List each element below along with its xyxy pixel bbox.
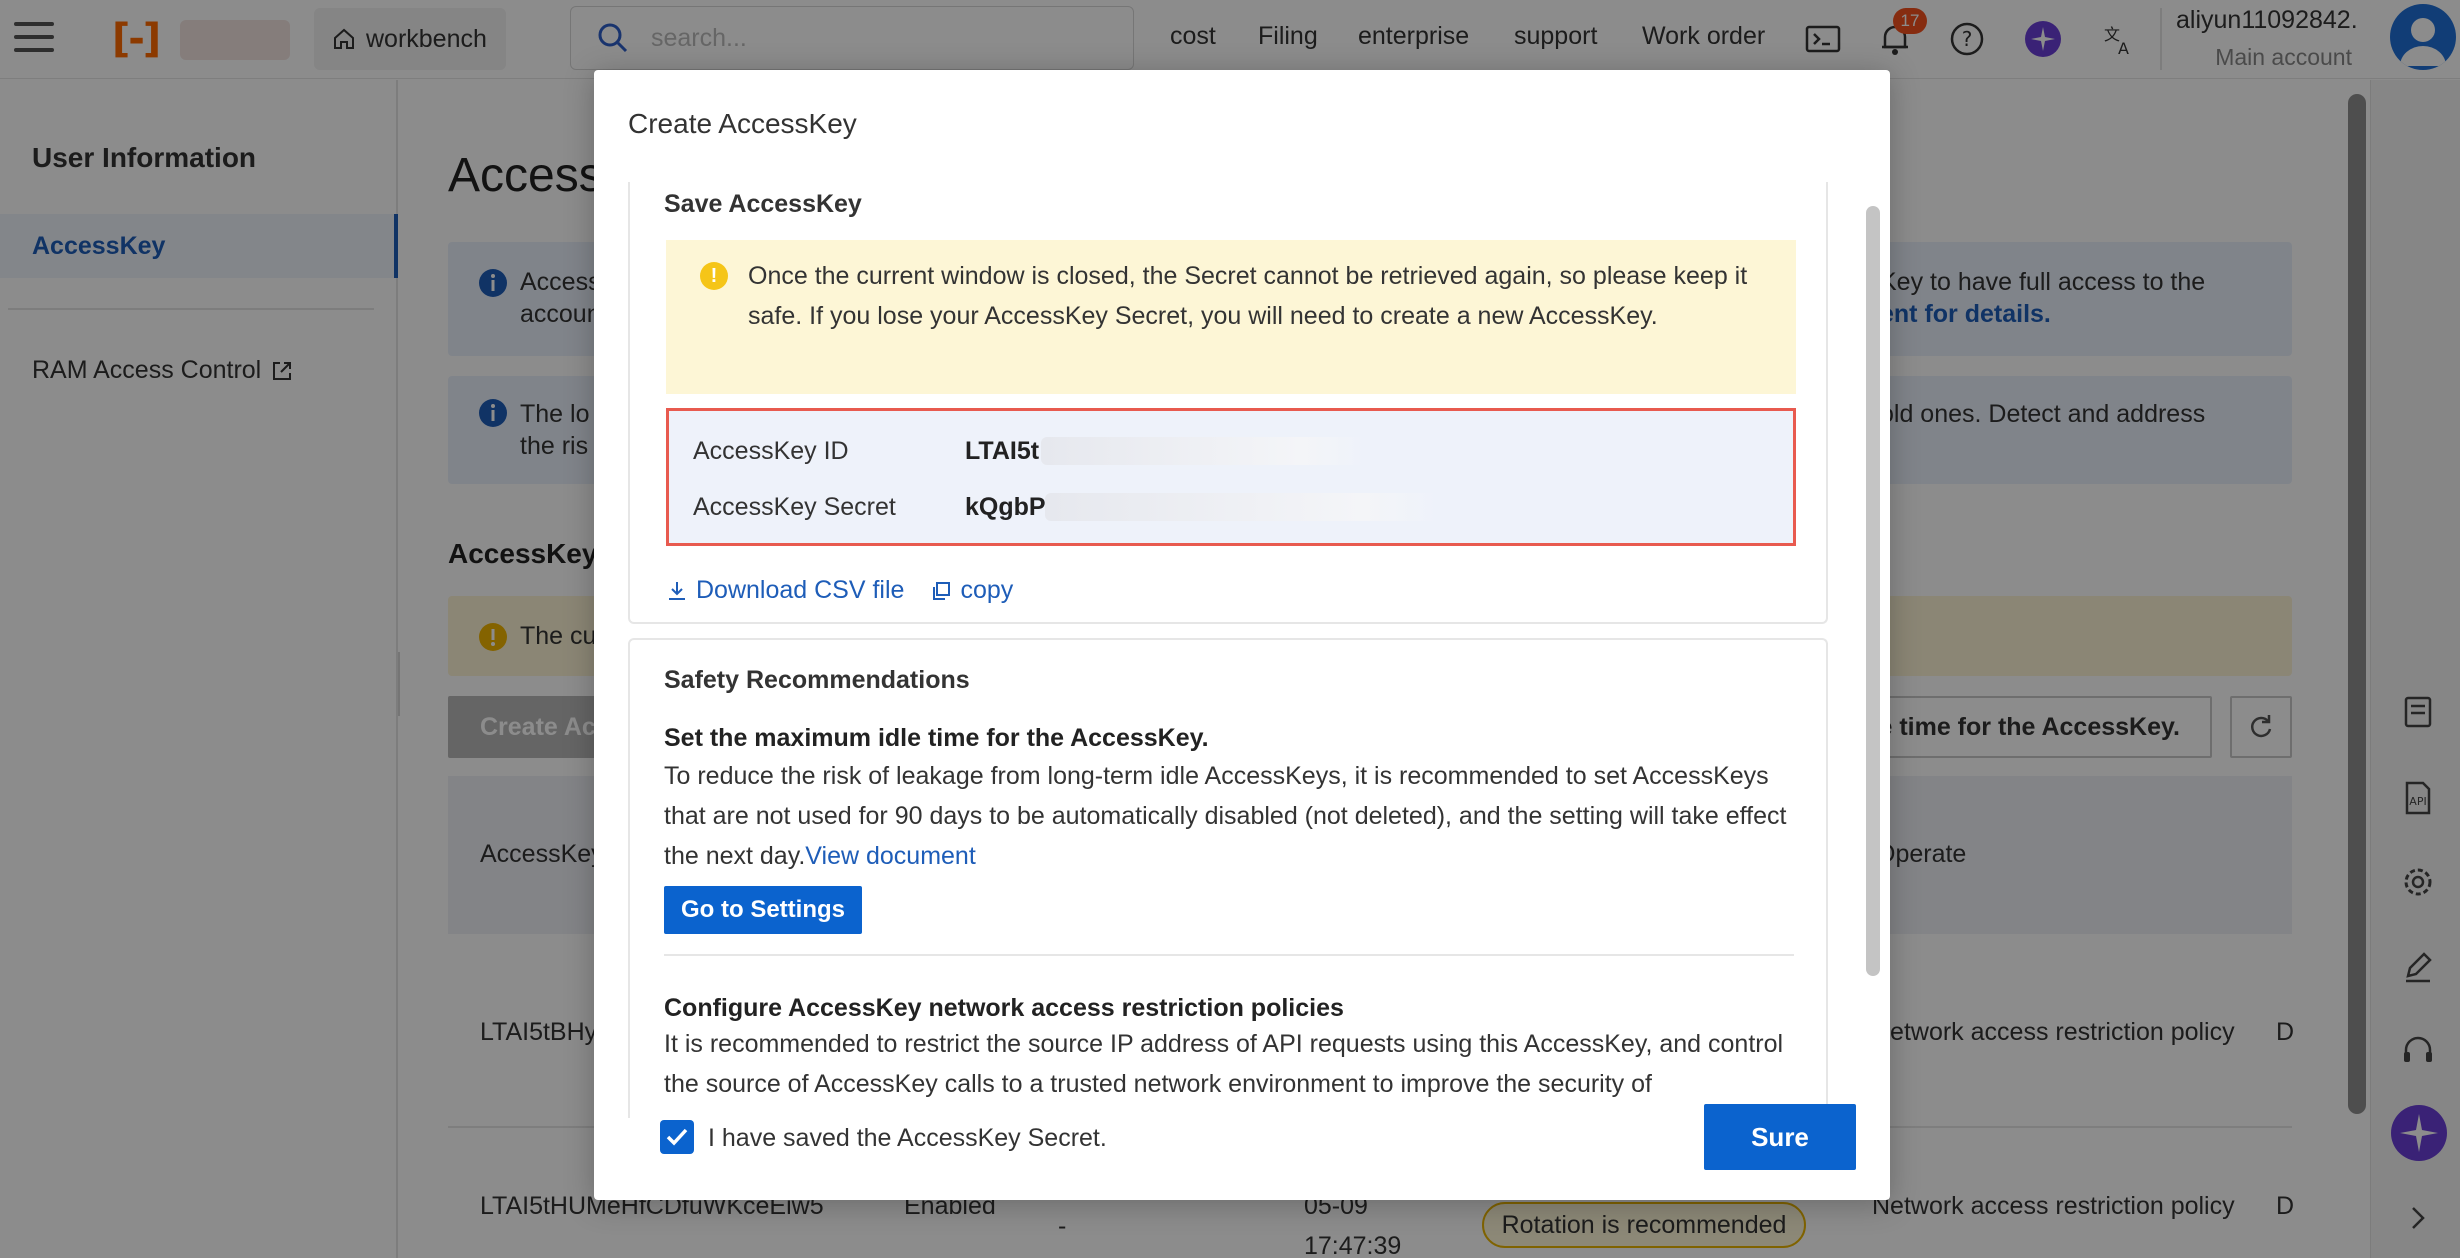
secret-warning-notice: ! Once the current window is closed, the… (666, 240, 1796, 394)
accesskey-secret-value[interactable]: kQgbP (965, 493, 1046, 522)
accesskey-id-label: AccessKey ID (693, 437, 849, 465)
accesskey-secret-redacted (1045, 493, 1441, 521)
accesskey-credentials: AccessKey ID LTAI5t AccessKey Secret kQg… (666, 408, 1796, 546)
download-icon (669, 581, 685, 600)
dialog-title: Create AccessKey (628, 108, 857, 139)
warning-icon: ! (700, 262, 728, 290)
accesskey-secret-label: AccessKey Secret (693, 493, 896, 521)
view-document-link[interactable]: View document (805, 842, 975, 870)
rec-1-title: Set the maximum idle time for the Access… (664, 724, 1209, 752)
credential-actions: Download CSV file copy (666, 576, 1013, 605)
save-accesskey-card: Save AccessKey ! Once the current window… (628, 182, 1828, 624)
accesskey-id-redacted (1041, 437, 1367, 465)
save-section-title: Save AccessKey (664, 190, 862, 218)
saved-secret-checkbox[interactable] (660, 1120, 694, 1154)
safety-title: Safety Recommendations (664, 666, 970, 694)
dialog-scrollbar[interactable] (1866, 206, 1880, 976)
download-csv-link[interactable]: Download CSV file (666, 576, 904, 605)
divider (664, 954, 1794, 956)
rec-2-text: It is recommended to restrict the source… (664, 1030, 1784, 1098)
notice-text: Once the current window is closed, the S… (748, 262, 1748, 330)
saved-secret-label[interactable]: I have saved the AccessKey Secret. (708, 1124, 1107, 1153)
download-csv-label: Download CSV file (696, 576, 905, 604)
accesskey-id-value[interactable]: LTAI5t (965, 437, 1039, 466)
go-to-settings-button[interactable]: Go to Settings (664, 886, 862, 934)
copy-icon (933, 581, 951, 600)
safety-recommendations-card: Safety Recommendations Set the maximum i… (628, 638, 1828, 1118)
rec-1-text: To reduce the risk of leakage from long-… (664, 756, 1804, 876)
rec-2-title: Configure AccessKey network access restr… (664, 994, 1344, 1022)
checkmark-icon (666, 1128, 688, 1146)
sure-button[interactable]: Sure (1704, 1104, 1856, 1170)
create-accesskey-dialog: Create AccessKey Save AccessKey ! Once t… (594, 70, 1890, 1200)
copy-link[interactable]: copy (930, 576, 1013, 605)
copy-label: copy (960, 576, 1014, 604)
